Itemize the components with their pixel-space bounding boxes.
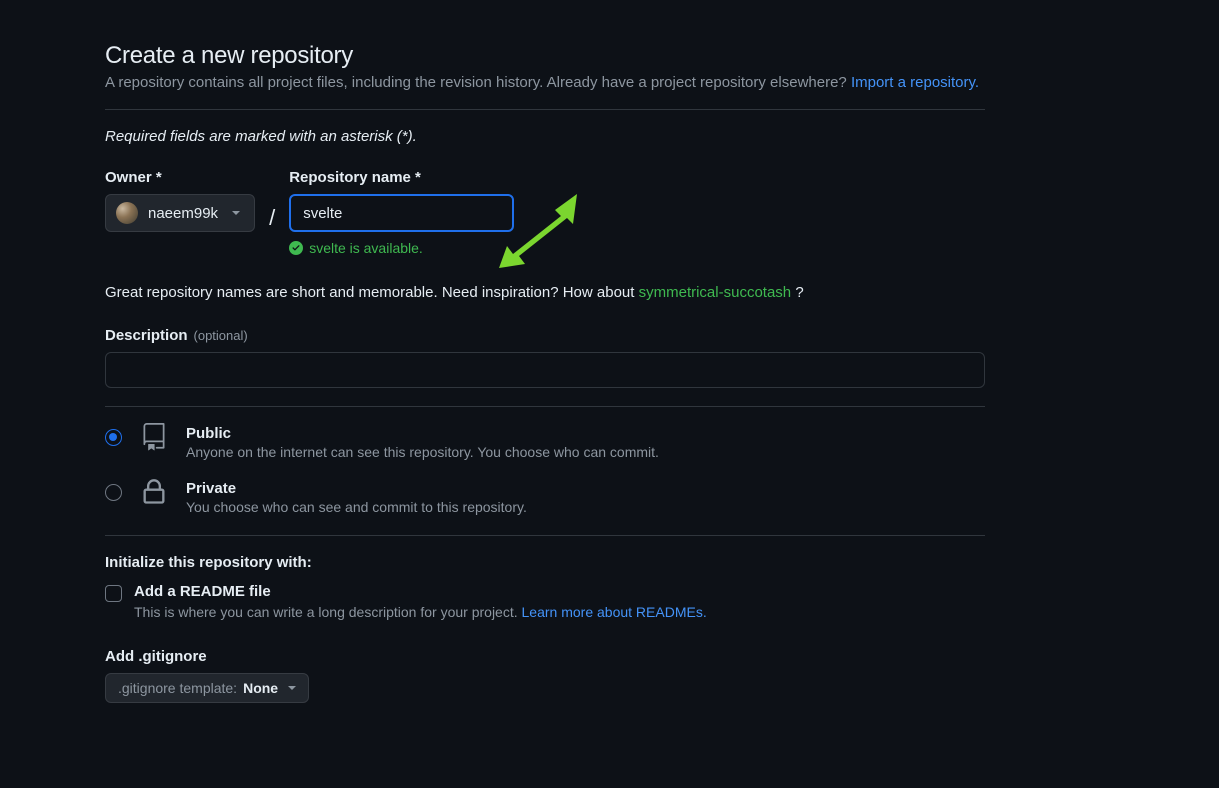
- owner-username: naeem99k: [148, 205, 218, 222]
- caret-down-icon: [288, 686, 296, 690]
- caret-down-icon: [232, 211, 240, 215]
- add-readme-checkbox[interactable]: [105, 585, 122, 602]
- page-title: Create a new repository: [105, 42, 985, 70]
- import-repo-link[interactable]: Import a repository.: [851, 74, 979, 91]
- readme-description: This is where you can write a long descr…: [134, 604, 522, 620]
- visibility-public-desc: Anyone on the internet can see this repo…: [186, 444, 659, 460]
- visibility-private-radio[interactable]: [105, 484, 122, 501]
- visibility-public-radio[interactable]: [105, 429, 122, 446]
- inspiration-text: Great repository names are short and mem…: [105, 284, 985, 301]
- repo-name-label: Repository name *: [289, 169, 514, 186]
- visibility-private-title: Private: [186, 480, 527, 497]
- availability-status: svelte is available.: [289, 240, 514, 256]
- lock-icon: [140, 478, 168, 506]
- repo-public-icon: [140, 423, 168, 451]
- required-fields-note: Required fields are marked with an aster…: [105, 128, 985, 145]
- description-input[interactable]: [105, 352, 985, 388]
- repo-name-input[interactable]: [289, 194, 514, 232]
- optional-hint: (optional): [194, 328, 248, 343]
- description-label: Description: [105, 327, 188, 344]
- learn-readmes-link[interactable]: Learn more about READMEs.: [522, 604, 707, 620]
- visibility-public-title: Public: [186, 425, 659, 442]
- owner-select-button[interactable]: naeem99k: [105, 194, 255, 232]
- page-subtitle: A repository contains all project files,…: [105, 74, 985, 91]
- owner-label: Owner *: [105, 169, 255, 186]
- initialize-heading: Initialize this repository with:: [105, 554, 985, 571]
- divider: [105, 535, 985, 536]
- check-circle-icon: [289, 241, 303, 255]
- avatar: [116, 202, 138, 224]
- add-readme-label: Add a README file: [134, 583, 707, 600]
- divider: [105, 406, 985, 407]
- visibility-private-desc: You choose who can see and commit to thi…: [186, 499, 527, 515]
- repo-name-suggestion[interactable]: symmetrical-succotash: [639, 284, 792, 301]
- gitignore-template-button[interactable]: .gitignore template: None: [105, 673, 309, 703]
- divider: [105, 109, 985, 110]
- gitignore-label: Add .gitignore: [105, 648, 985, 665]
- slash-separator: /: [267, 205, 277, 231]
